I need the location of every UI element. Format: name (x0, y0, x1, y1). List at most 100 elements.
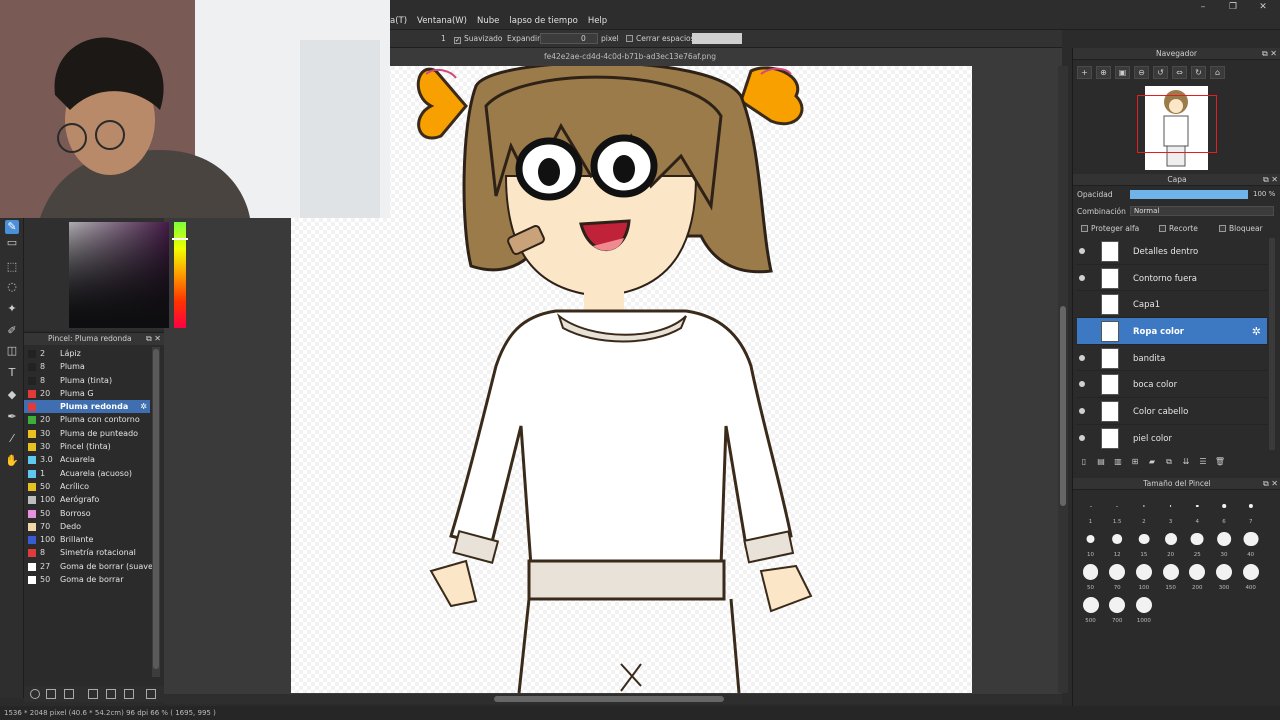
brush-item[interactable]: 50 Acrílico (24, 480, 150, 493)
select-eraser-icon[interactable]: ◫ (5, 344, 19, 358)
brush-item[interactable]: 100 Aerógrafo (24, 493, 150, 506)
lock-checkbox[interactable]: Bloquear (1219, 224, 1263, 233)
new-layer-icon[interactable]: ▯ (1077, 456, 1091, 468)
magic-wand-icon[interactable]: ✦ (5, 302, 19, 316)
visibility-icon[interactable] (1079, 354, 1085, 361)
layer-row[interactable]: bandita (1077, 345, 1267, 372)
gear-icon[interactable]: ✲ (140, 400, 147, 413)
brush-size-option[interactable]: 40 (1237, 527, 1264, 560)
visibility-icon[interactable] (1079, 274, 1085, 281)
brush-size-option[interactable]: 70 (1104, 560, 1131, 593)
menu-item-window[interactable]: Ventana(W) (417, 16, 467, 26)
brush-item[interactable]: 3.0 Acuarela (24, 453, 150, 466)
brush-item[interactable]: 30 Pluma de punteado (24, 427, 150, 440)
brush-size-option[interactable]: 100 (1130, 560, 1157, 593)
layer-row[interactable]: Detalles dentro (1077, 238, 1267, 265)
layer-list-scrollbar[interactable] (1269, 238, 1275, 450)
close-icon[interactable]: ⧉ ✕ (146, 333, 161, 345)
close-icon[interactable]: ⧉ ✕ (1262, 48, 1277, 60)
brush-item[interactable]: 20 Pluma con contorno (24, 413, 150, 426)
visibility-icon[interactable] (1079, 381, 1085, 388)
brush-size-option[interactable]: 7 (1237, 494, 1264, 527)
brush-size-option[interactable]: 10 (1077, 527, 1104, 560)
eyedropper-icon[interactable]: ⁄ (5, 432, 19, 446)
zoom-in-alt-icon[interactable]: ⊕ (1096, 66, 1111, 79)
brush-size-option[interactable]: 20 (1157, 527, 1184, 560)
duplicate-icon[interactable] (124, 689, 134, 699)
drawing-canvas[interactable] (291, 66, 972, 693)
add-layer-menu-icon[interactable]: ⊞ (1128, 456, 1142, 468)
add-brush-icon[interactable] (46, 689, 56, 699)
reset-view-icon[interactable]: ⌂ (1210, 66, 1225, 79)
blend-mode-select[interactable]: Normal (1130, 206, 1274, 216)
brush-tool-icon[interactable]: ✎ (5, 220, 19, 234)
close-window-button[interactable]: ✕ (1248, 1, 1278, 13)
brush-item[interactable]: 30 Pincel (tinta) (24, 440, 150, 453)
menu-item-cloud[interactable]: Nube (477, 16, 499, 26)
layer-row[interactable]: piel color (1077, 425, 1267, 450)
pen-tool-icon[interactable]: ✒ (5, 410, 19, 424)
fit-icon[interactable]: ▣ (1115, 66, 1130, 79)
opacity-slider[interactable] (1130, 190, 1248, 199)
brush-size-option[interactable]: 3 (1157, 494, 1184, 527)
brush-size-option[interactable]: 6 (1211, 494, 1238, 527)
brush-item[interactable]: 27 Goma de borrar (suave) (24, 560, 156, 573)
layer-row[interactable]: Capa1 (1077, 291, 1267, 319)
folder-icon[interactable]: ▰ (1145, 456, 1159, 468)
merge-down-icon[interactable]: ⇊ (1179, 456, 1193, 468)
close-icon[interactable]: ⧉ ✕ (1263, 478, 1278, 490)
document-tab[interactable]: fe42e2ae-cd4d-4c0d-b71b-ad3ec13e76af.png (390, 52, 1062, 65)
layer-row[interactable]: Color cabello (1077, 398, 1267, 425)
smoothing-checkbox[interactable]: Suavizado (454, 34, 503, 44)
flip-icon[interactable]: ⇔ (1172, 66, 1187, 79)
brush-item[interactable]: 8 Pluma (tinta) (24, 374, 150, 387)
expand-input[interactable] (540, 33, 598, 44)
rotate-right-icon[interactable]: ↻ (1191, 66, 1206, 79)
clipping-checkbox[interactable]: Recorte (1159, 224, 1198, 233)
select-pen-icon[interactable]: ✐ (5, 324, 19, 338)
brush-size-option[interactable]: 25 (1184, 527, 1211, 560)
rotate-left-icon[interactable]: ↺ (1153, 66, 1168, 79)
lasso-tool-icon[interactable]: ◌ (5, 280, 19, 294)
layer-row[interactable]: Ropa color ✲ (1077, 318, 1267, 345)
gear-icon[interactable]: ✲ (1252, 325, 1261, 338)
canvas-horizontal-scrollbar[interactable] (164, 694, 1062, 704)
visibility-icon[interactable] (1079, 248, 1085, 254)
zoom-in-icon[interactable]: + (1077, 66, 1092, 79)
brush-item[interactable]: 100 Brillante (24, 533, 150, 546)
folder-icon[interactable] (106, 689, 116, 699)
brush-size-option[interactable]: 12 (1104, 527, 1131, 560)
brush-size-option[interactable]: 30 (1211, 527, 1238, 560)
navigator-view-frame[interactable] (1137, 95, 1217, 153)
brush-size-option[interactable]: 2 (1130, 494, 1157, 527)
brush-size-option[interactable]: 150 (1157, 560, 1184, 593)
layer-row[interactable]: Contorno fuera (1077, 265, 1267, 292)
new-halftone-layer-icon[interactable]: ▤ (1094, 456, 1108, 468)
gap-level-swatch[interactable] (692, 33, 742, 44)
brush-size-option[interactable]: 400 (1237, 560, 1264, 593)
brush-item[interactable]: Pluma redonda ✲ (24, 400, 150, 414)
brush-size-option[interactable]: 200 (1184, 560, 1211, 593)
brush-size-option[interactable]: 300 (1211, 560, 1238, 593)
brush-item[interactable]: 50 Borroso (24, 507, 150, 520)
hand-tool-icon[interactable]: ✋ (5, 454, 19, 468)
brush-item[interactable]: 50 Goma de borrar (24, 573, 150, 586)
fill-rect-tool-icon[interactable]: ▭ (5, 236, 19, 250)
close-gaps-checkbox[interactable]: Cerrar espacios (626, 34, 695, 43)
settings-icon[interactable] (30, 689, 40, 699)
brush-size-option[interactable]: 700 (1104, 593, 1131, 626)
canvas-vertical-scrollbar[interactable] (1058, 66, 1068, 693)
brush-size-option[interactable]: 4 (1184, 494, 1211, 527)
brush-size-option[interactable]: 1000 (1130, 593, 1157, 626)
new-1bit-layer-icon[interactable]: ▥ (1111, 456, 1125, 468)
brush-list-scrollbar[interactable] (152, 347, 160, 677)
minimize-button[interactable]: – (1188, 1, 1218, 13)
brush-width-value[interactable]: 1 (441, 34, 446, 43)
select-tool-icon[interactable]: ⬚ (5, 260, 19, 274)
trash-icon[interactable]: 🗑 (1213, 456, 1227, 468)
protect-alpha-checkbox[interactable]: Proteger alfa (1081, 224, 1139, 233)
menu-item-edit[interactable]: a(T) (390, 16, 407, 26)
maximize-button[interactable]: ❐ (1218, 1, 1248, 13)
brush-size-option[interactable]: 500 (1077, 593, 1104, 626)
text-tool-icon[interactable]: T (5, 366, 19, 380)
